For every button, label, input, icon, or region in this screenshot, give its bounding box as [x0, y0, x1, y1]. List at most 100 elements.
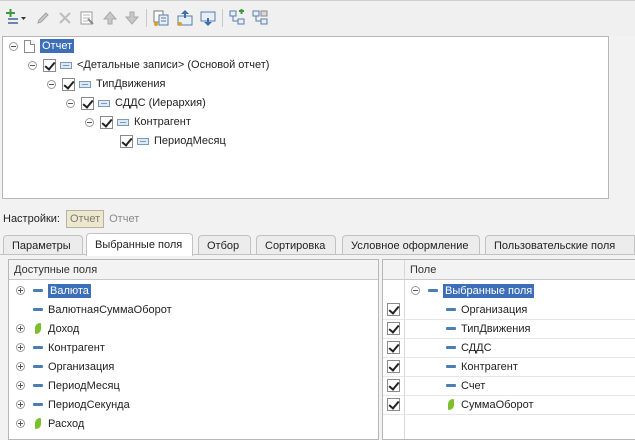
checkbox[interactable] — [387, 322, 400, 335]
collapse-icon[interactable] — [28, 60, 37, 70]
tree-item-label: Контрагент — [134, 116, 191, 128]
list-item[interactable]: Доход — [16, 319, 79, 338]
expand-icon[interactable] — [16, 400, 25, 409]
move-level-down-button[interactable] — [199, 9, 217, 27]
settings-remove-button[interactable] — [251, 9, 269, 27]
collapse-icon[interactable] — [9, 41, 18, 51]
checkbox[interactable] — [100, 115, 113, 129]
list-item[interactable]: Валюта — [16, 281, 91, 300]
checkbox[interactable] — [387, 360, 400, 373]
field-icon — [446, 346, 456, 349]
selected-fields-panel[interactable]: Поле Выбранные поля Организация ТипДвиже… — [382, 259, 635, 440]
move-up-button[interactable] — [101, 9, 119, 27]
table-row[interactable]: СуммаОборот — [383, 395, 534, 414]
settings-row: Настройки: Отчет Отчет — [3, 209, 139, 229]
checkbox[interactable] — [120, 134, 133, 148]
collapse-icon[interactable] — [66, 98, 75, 108]
field-icon — [33, 289, 43, 292]
tree-item-sdds[interactable]: СДДС (Иерархия) — [66, 94, 206, 112]
list-item[interactable]: Расход — [16, 414, 84, 433]
table-row[interactable]: Счет — [383, 376, 485, 395]
checkbox[interactable] — [81, 96, 94, 110]
tree-item-counterparty[interactable]: Контрагент — [85, 113, 191, 131]
checkbox[interactable] — [62, 77, 75, 91]
grouping-icon — [153, 10, 169, 26]
settings-current-button[interactable]: Отчет — [66, 210, 105, 228]
list-item[interactable]: Организация — [16, 357, 114, 376]
available-fields-panel[interactable]: Доступные поля Валюта ВалютнаяСуммаОборо… — [8, 259, 379, 440]
expand-icon[interactable] — [16, 324, 25, 333]
field-icon — [446, 308, 456, 311]
grouping-field-icon — [117, 118, 129, 126]
field-icon — [428, 289, 438, 292]
level-up-icon — [177, 10, 193, 26]
report-structure-tree[interactable]: Отчет <Детальные записи> (Основой отчет)… — [2, 36, 609, 199]
grouping-field-icon — [98, 99, 110, 107]
list-item[interactable]: ПериодСекунда — [16, 395, 130, 414]
tree-item-label: <Детальные записи> (Основой отчет) — [77, 59, 270, 71]
expand-icon[interactable] — [16, 286, 25, 295]
field-icon — [446, 327, 456, 330]
checkbox[interactable] — [387, 303, 400, 316]
settings-tabs: Параметры Выбранные поля Отбор Сортировк… — [0, 233, 635, 256]
tree-item-detail-records[interactable]: <Детальные записи> (Основой отчет) — [28, 56, 269, 74]
edit-button[interactable] — [34, 9, 52, 27]
delete-x-icon — [59, 12, 71, 24]
checkbox[interactable] — [387, 341, 400, 354]
tree-item-movement-type[interactable]: ТипДвижения — [47, 75, 165, 93]
tree-item-period-month[interactable]: ПериодМесяц — [114, 132, 226, 150]
new-grouping-button[interactable] — [152, 9, 170, 27]
grouping-field-icon — [60, 61, 72, 69]
arrow-down-icon — [124, 11, 140, 25]
tab-user-fields[interactable]: Пользовательские поля — [485, 235, 635, 255]
table-row[interactable]: ТипДвижения — [383, 319, 530, 338]
grouping-field-icon — [137, 137, 149, 145]
tab-selected-fields[interactable]: Выбранные поля — [86, 233, 193, 256]
settings-add-button[interactable] — [228, 9, 246, 27]
table-row[interactable]: Организация — [383, 300, 527, 319]
move-down-button[interactable] — [123, 9, 141, 27]
tab-filter[interactable]: Отбор — [198, 235, 251, 255]
pencil-icon — [37, 12, 49, 24]
collapse-icon[interactable] — [47, 79, 56, 89]
expand-icon[interactable] — [16, 419, 25, 428]
properties-button[interactable] — [78, 9, 96, 27]
expand-icon[interactable] — [16, 362, 25, 371]
tab-conditional-formatting[interactable]: Условное оформление — [342, 235, 480, 255]
add-item-dropdown-button[interactable] — [4, 9, 28, 27]
available-fields-header: Доступные поля — [9, 260, 378, 280]
table-row[interactable]: СДДС — [383, 338, 492, 357]
tree-settings-icon — [252, 10, 268, 25]
resource-leaf-icon — [35, 323, 41, 334]
tab-sorting[interactable]: Сортировка — [256, 235, 336, 255]
settings-label: Настройки: — [3, 213, 60, 225]
checkbox[interactable] — [387, 398, 400, 411]
settings-alt-link[interactable]: Отчет — [109, 213, 139, 225]
list-item[interactable]: ВалютнаяСуммаОборот — [25, 300, 172, 319]
field-icon — [33, 365, 43, 368]
field-icon — [33, 308, 43, 311]
tree-item-report[interactable]: Отчет — [9, 37, 75, 55]
tree-item-label: СДДС (Иерархия) — [115, 97, 206, 109]
checkbox[interactable] — [387, 379, 400, 392]
resource-leaf-icon — [448, 399, 454, 410]
field-icon — [446, 365, 456, 368]
table-row[interactable]: Контрагент — [383, 357, 518, 376]
expand-icon[interactable] — [16, 381, 25, 390]
move-level-up-button[interactable] — [176, 9, 194, 27]
tab-parameters[interactable]: Параметры — [3, 235, 83, 255]
list-item[interactable]: Контрагент — [16, 338, 105, 357]
field-icon — [33, 403, 43, 406]
expand-icon[interactable] — [16, 343, 25, 352]
delete-button[interactable] — [56, 9, 74, 27]
selected-fields-group[interactable]: Выбранные поля — [411, 281, 535, 300]
checkbox[interactable] — [43, 58, 56, 72]
collapse-icon[interactable] — [85, 117, 94, 127]
properties-icon — [80, 11, 94, 25]
field-icon — [446, 384, 456, 387]
field-icon — [33, 346, 43, 349]
collapse-icon[interactable] — [411, 286, 420, 295]
arrow-up-icon — [102, 11, 118, 25]
add-icon — [6, 9, 26, 24]
list-item[interactable]: ПериодМесяц — [16, 376, 120, 395]
